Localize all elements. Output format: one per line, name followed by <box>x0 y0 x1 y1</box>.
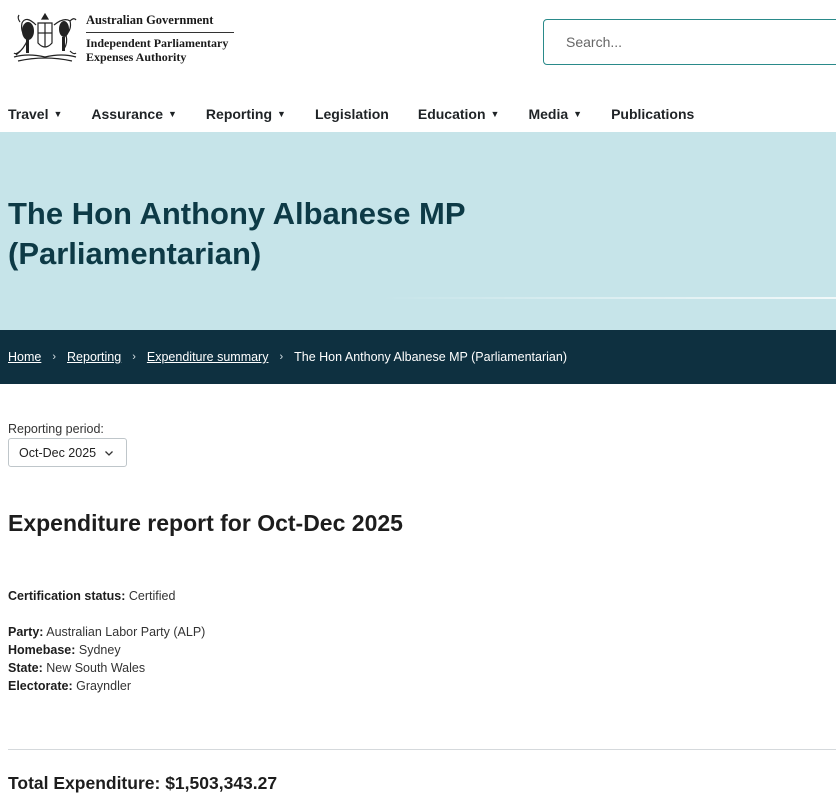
party-label: Party: <box>8 625 44 639</box>
nav-item-assurance[interactable]: Assurance ▼ <box>91 106 177 122</box>
chevron-down-icon <box>105 450 114 456</box>
electorate-info: Electorate: Grayndler <box>8 679 131 693</box>
certification-status: Certification status: Certified <box>8 589 175 603</box>
homebase-info: Homebase: Sydney <box>8 643 121 657</box>
total-expenditure: Total Expenditure: $1,503,343.27 <box>8 773 277 794</box>
state-label: State: <box>8 661 43 675</box>
breadcrumb-current: The Hon Anthony Albanese MP (Parliamenta… <box>294 350 567 364</box>
page-title: The Hon Anthony Albanese MP (Parliamenta… <box>8 194 568 274</box>
agency-name-line2: Expenses Authority <box>86 49 187 64</box>
section-divider <box>8 749 836 750</box>
state-value: New South Wales <box>46 661 146 675</box>
nav-item-label: Publications <box>611 106 695 122</box>
agency-name-line1: Independent Parliamentary <box>86 35 229 50</box>
nav-item-legislation[interactable]: Legislation <box>315 106 389 122</box>
party-info: Party: Australian Labor Party (ALP) <box>8 625 205 639</box>
caret-down-icon: ▼ <box>490 109 500 119</box>
total-expenditure-value: $1,503,343.27 <box>165 773 278 793</box>
nav-item-label: Legislation <box>314 106 389 122</box>
main-navigation: Travel ▼ Assurance ▼ Reporting ▼ Legisla… <box>0 96 836 132</box>
caret-down-icon: ▼ <box>573 109 583 119</box>
chevron-right-icon: › <box>132 351 136 363</box>
total-expenditure-label: Total Expenditure: <box>8 773 161 793</box>
certification-label: Certification status: <box>8 589 126 603</box>
page-title-line1: The Hon Anthony Albanese MP <box>8 196 466 231</box>
caret-down-icon: ▼ <box>277 109 286 119</box>
chevron-right-icon: › <box>279 351 284 363</box>
chevron-right-icon: › <box>52 351 57 363</box>
report-title: Expenditure report for Oct-Dec 2025 <box>8 510 403 536</box>
hero-decoration <box>380 297 836 299</box>
reporting-period-select[interactable]: Oct-Dec 2025 <box>8 438 127 467</box>
nav-item-label: Education <box>417 106 486 122</box>
search-input[interactable] <box>543 19 836 65</box>
nav-item-media[interactable]: Media ▼ <box>528 106 582 122</box>
caret-down-icon: ▼ <box>168 109 177 119</box>
page-hero: The Hon Anthony Albanese MP (Parliamenta… <box>0 132 836 330</box>
site-logo[interactable]: Australian Government Independent Parlia… <box>8 8 234 68</box>
state-info: State: New South Wales <box>8 661 145 675</box>
nav-item-travel[interactable]: Travel ▼ <box>8 106 62 122</box>
reporting-period-label: Reporting period: <box>8 422 104 436</box>
coat-of-arms-icon <box>13 12 77 62</box>
government-name: Australian Government <box>86 13 234 33</box>
electorate-value: Grayndler <box>76 679 131 693</box>
nav-item-label: Media <box>528 106 569 122</box>
page-title-line2: (Parliamentarian) <box>8 236 262 271</box>
nav-item-publications[interactable]: Publications <box>611 106 694 122</box>
reporting-period-value: Oct-Dec 2025 <box>19 445 97 460</box>
party-value: Australian Labor Party (ALP) <box>46 625 206 639</box>
homebase-value: Sydney <box>78 643 121 657</box>
homebase-label: Homebase: <box>8 643 76 657</box>
nav-item-label: Assurance <box>91 106 163 122</box>
nav-item-education[interactable]: Education ▼ <box>418 106 500 122</box>
logo-text: Australian Government Independent Parlia… <box>86 13 234 64</box>
breadcrumb-reporting[interactable]: Reporting <box>67 350 121 364</box>
nav-item-label: Reporting <box>205 106 273 122</box>
certification-value: Certified <box>128 589 176 603</box>
caret-down-icon: ▼ <box>53 109 63 119</box>
nav-item-label: Travel <box>8 106 49 122</box>
breadcrumb-expenditure-summary[interactable]: Expenditure summary <box>147 350 269 364</box>
nav-item-reporting[interactable]: Reporting ▼ <box>206 106 286 122</box>
breadcrumb: Home › Reporting › Expenditure summary ›… <box>0 330 836 384</box>
site-header: Australian Government Independent Parlia… <box>0 0 836 96</box>
electorate-label: Electorate: <box>8 679 73 693</box>
breadcrumb-home[interactable]: Home <box>8 350 41 364</box>
